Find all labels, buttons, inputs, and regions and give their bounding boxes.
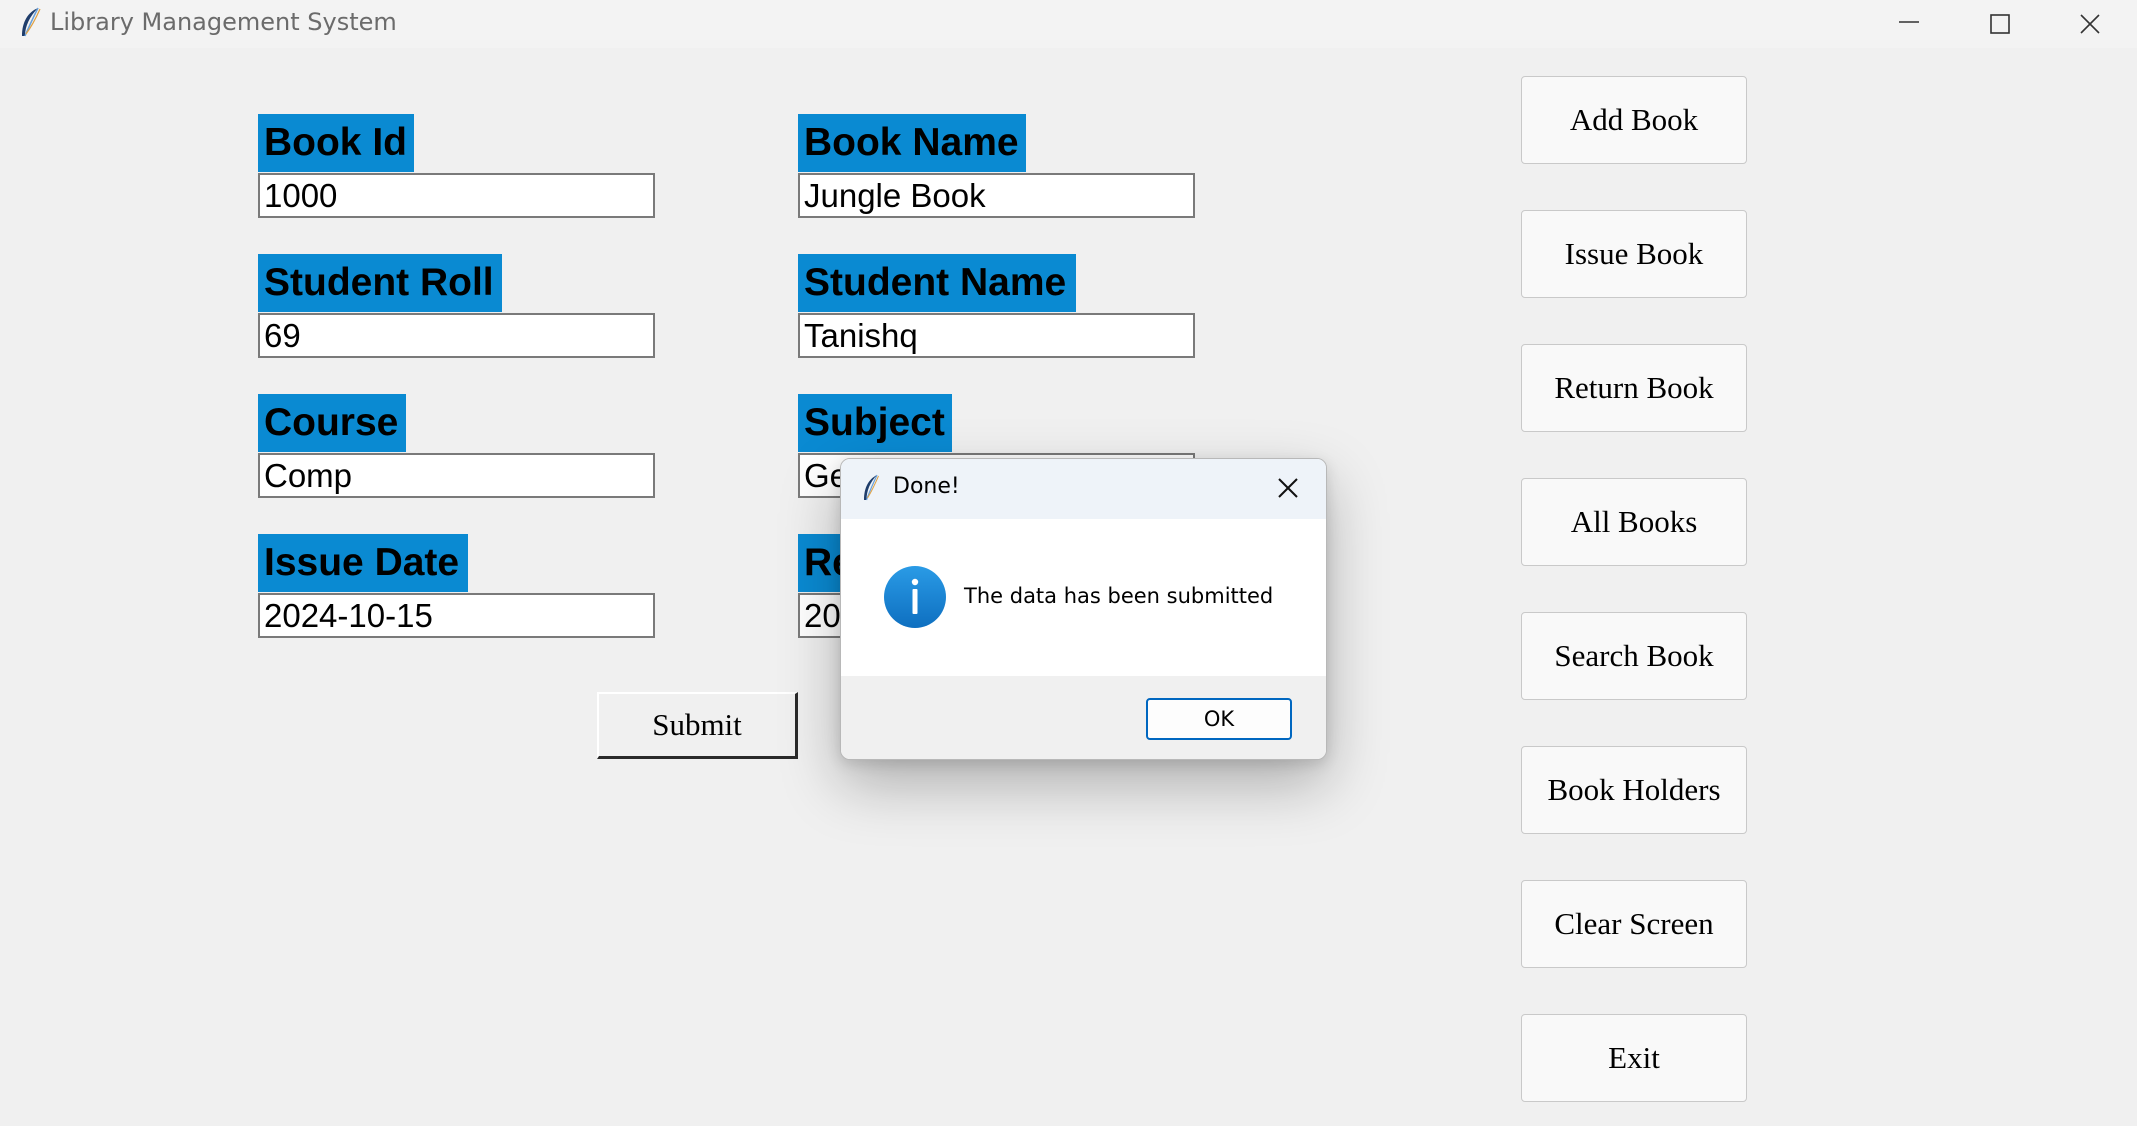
close-icon[interactable] <box>1273 473 1303 503</box>
all-books-button[interactable]: All Books <box>1521 478 1747 566</box>
maximize-icon <box>1990 14 2010 34</box>
submit-button[interactable]: Submit <box>597 692 798 759</box>
dialog-title: Done! <box>893 474 960 499</box>
issue-date-input[interactable]: 2024-10-15 <box>258 593 655 638</box>
issue-date-label: Issue Date <box>258 534 468 592</box>
exit-button[interactable]: Exit <box>1521 1014 1747 1102</box>
book-id-input[interactable]: 1000 <box>258 173 655 218</box>
minimize-icon <box>1899 21 1919 23</box>
dialog-footer: OK <box>841 676 1326 759</box>
subject-label: Subject <box>798 394 952 452</box>
close-icon <box>2080 14 2100 34</box>
book-name-input[interactable]: Jungle Book <box>798 173 1195 218</box>
student-name-label: Student Name <box>798 254 1076 312</box>
clear-screen-button[interactable]: Clear Screen <box>1521 880 1747 968</box>
student-roll-input[interactable]: 69 <box>258 313 655 358</box>
window-title: Library Management System <box>50 8 397 36</box>
feather-icon <box>864 474 879 501</box>
book-holders-button[interactable]: Book Holders <box>1521 746 1747 834</box>
close-button[interactable] <box>2045 0 2135 48</box>
course-input[interactable]: Comp <box>258 453 655 498</box>
book-id-label: Book Id <box>258 114 414 172</box>
ok-button[interactable]: OK <box>1146 698 1292 740</box>
student-name-input[interactable]: Tanishq <box>798 313 1195 358</box>
dialog-message: The data has been submitted <box>964 584 1274 608</box>
book-name-label: Book Name <box>798 114 1026 172</box>
window-titlebar: Library Management System <box>0 0 2137 48</box>
add-book-button[interactable]: Add Book <box>1521 76 1747 164</box>
issue-book-button[interactable]: Issue Book <box>1521 210 1747 298</box>
return-book-button[interactable]: Return Book <box>1521 344 1747 432</box>
message-dialog: Done! The data has been submitted OK <box>840 458 1327 760</box>
course-label: Course <box>258 394 406 452</box>
student-roll-label: Student Roll <box>258 254 502 312</box>
dialog-titlebar: Done! <box>841 459 1326 519</box>
maximize-button[interactable] <box>1955 0 2045 48</box>
feather-icon <box>22 7 41 37</box>
search-book-button[interactable]: Search Book <box>1521 612 1747 700</box>
minimize-button[interactable] <box>1864 0 1954 48</box>
info-icon <box>884 566 946 628</box>
